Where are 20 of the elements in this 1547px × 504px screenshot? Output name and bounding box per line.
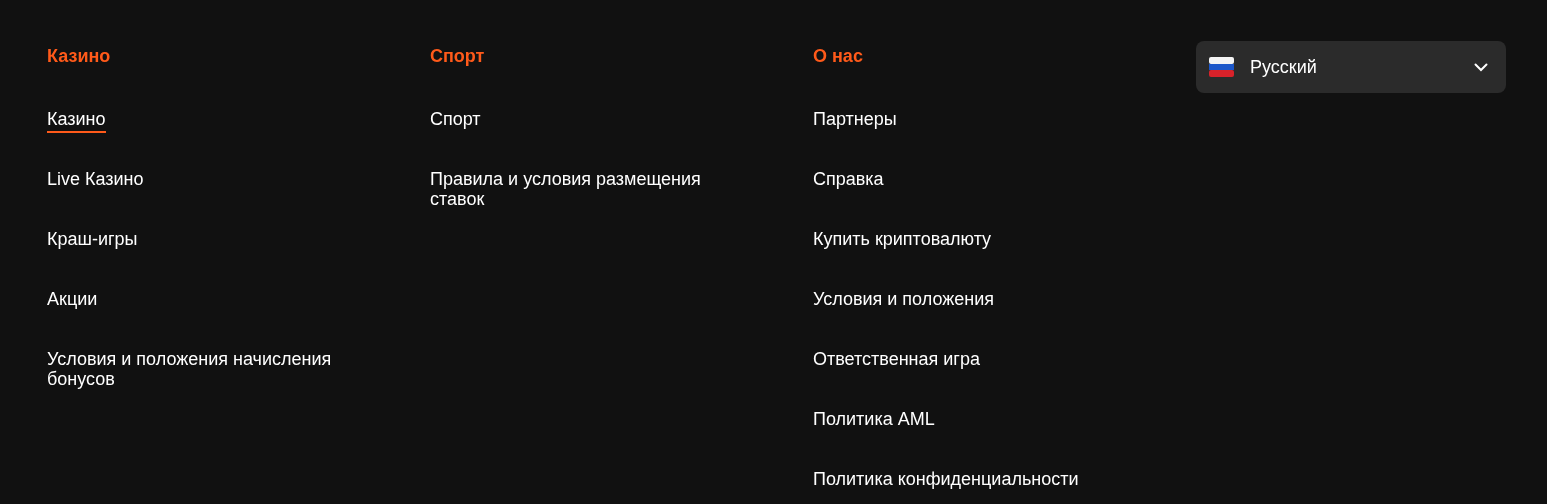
footer-link[interactable]: Партнеры — [813, 109, 897, 133]
column-heading: Казино — [47, 45, 112, 67]
footer-link[interactable]: Купить криптовалюту — [813, 229, 992, 253]
footer-link[interactable]: Ответственная игра — [813, 349, 980, 373]
footer-link[interactable]: Акции — [47, 289, 98, 313]
language-dropdown[interactable]: Русский — [1196, 41, 1506, 93]
footer-link[interactable]: Краш-игры — [47, 229, 138, 253]
footer-link[interactable]: Казино — [47, 109, 106, 133]
footer-link[interactable]: Live Казино — [47, 169, 144, 193]
column-heading: Спорт — [430, 45, 486, 67]
footer-link[interactable]: Политика конфиденциальности — [813, 469, 1079, 493]
footer-link[interactable]: Условия и положения начисления бонусов — [47, 349, 367, 393]
footer-link[interactable]: Спорт — [430, 109, 481, 133]
footer-link[interactable]: Условия и положения — [813, 289, 995, 313]
flag-icon — [1209, 57, 1234, 77]
footer-link[interactable]: Справка — [813, 169, 884, 193]
footer-link[interactable]: Политика AML — [813, 409, 935, 433]
column-heading: О нас — [813, 45, 864, 67]
chevron-down-icon — [1474, 62, 1488, 72]
footer-link[interactable]: Правила и условия размещения ставок — [430, 169, 750, 213]
